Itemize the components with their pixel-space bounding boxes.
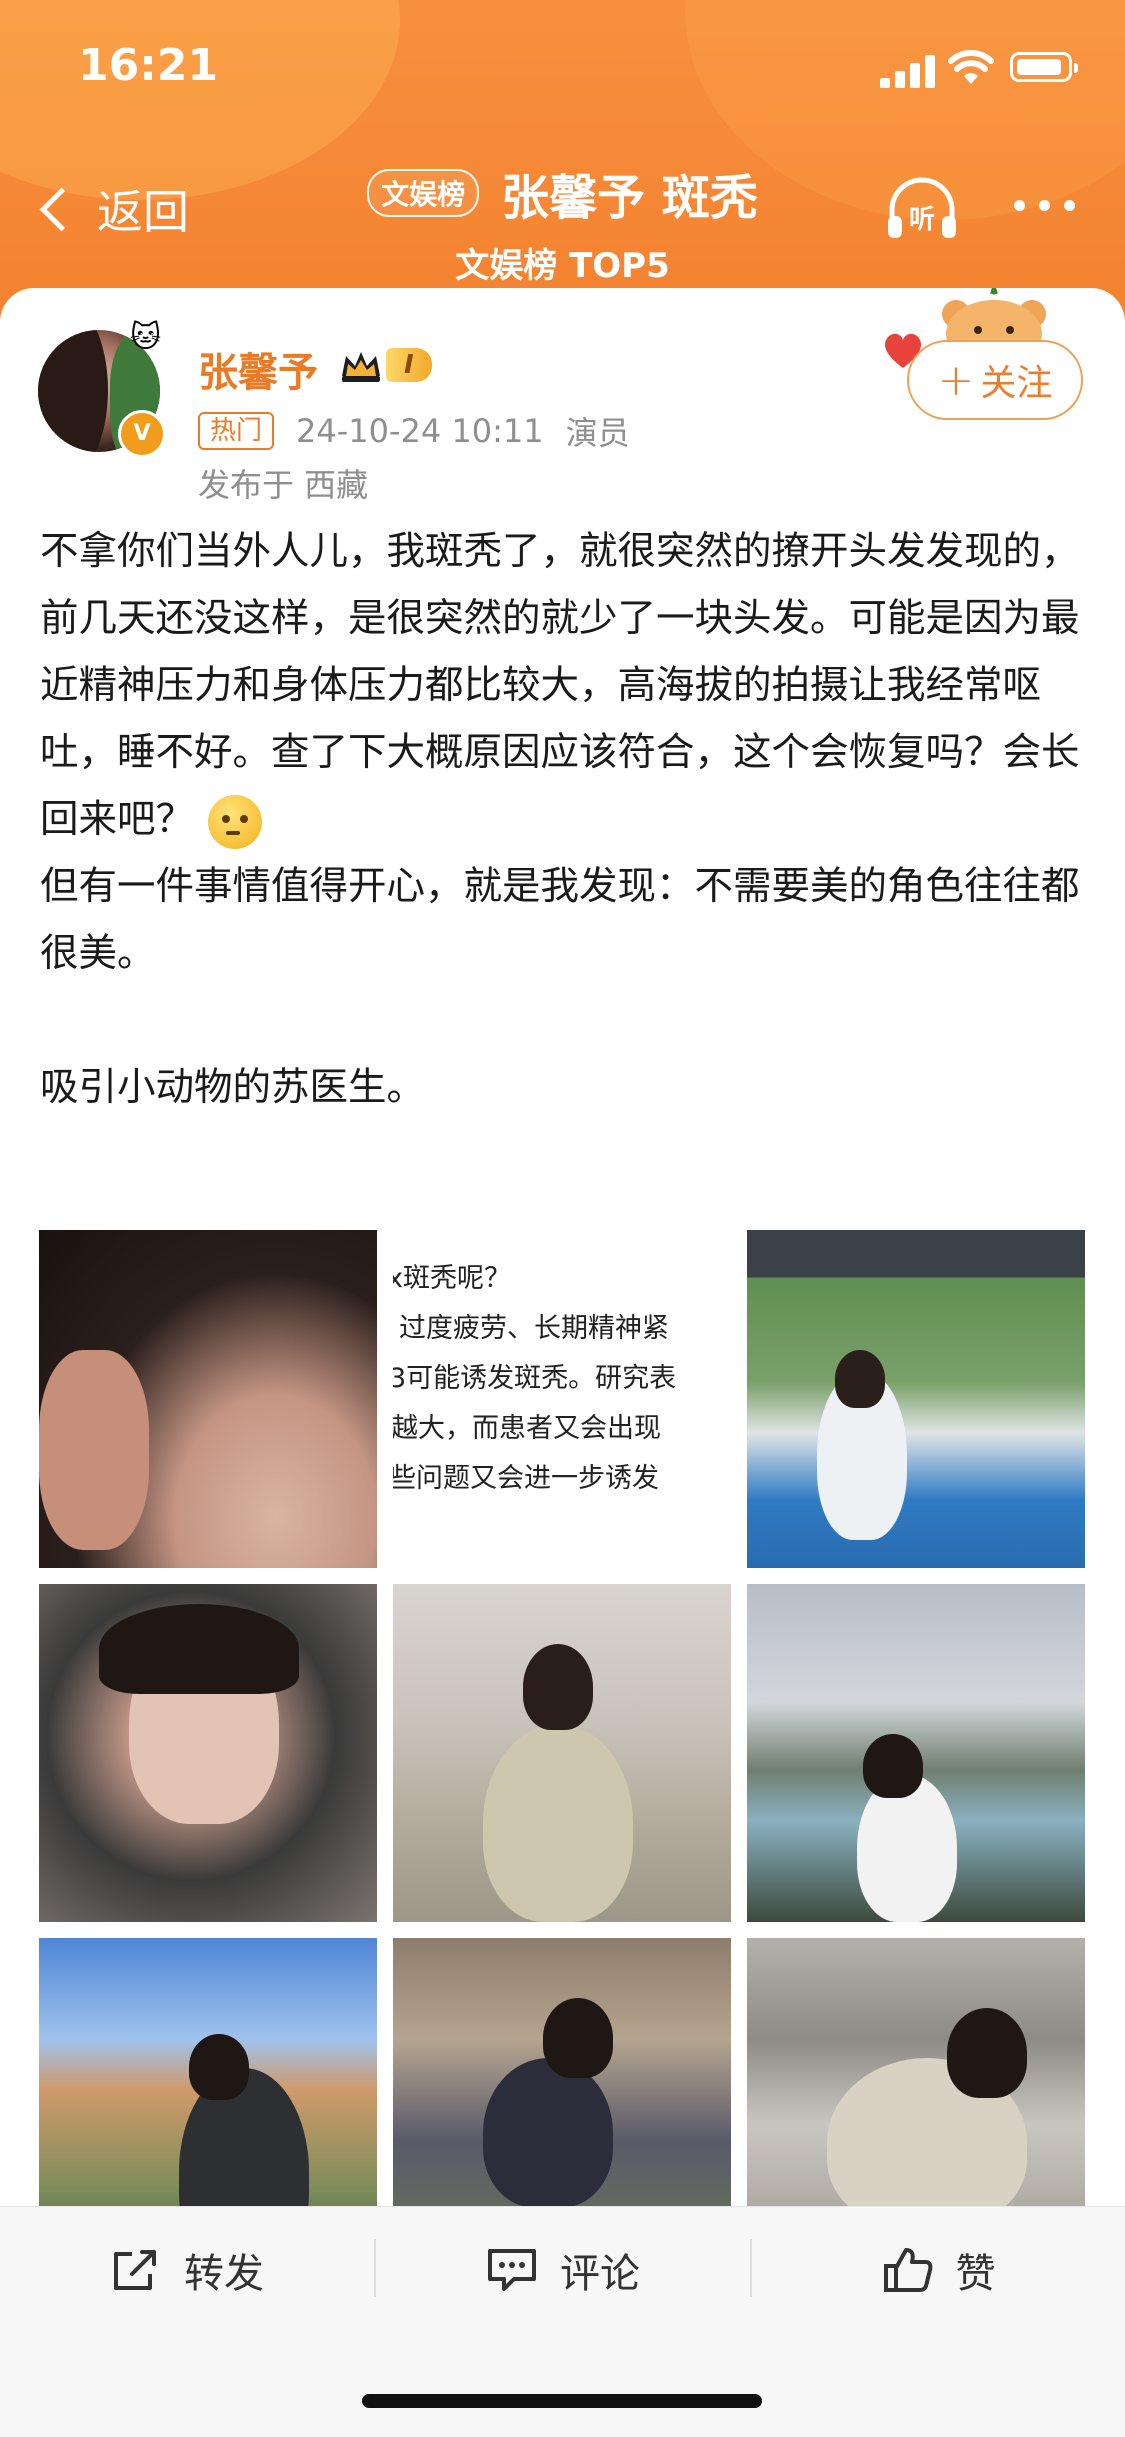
page-subtitle: 文娱榜 TOP5 [455,246,670,286]
comment-button[interactable]: 评论 [376,2207,750,2333]
verified-icon: V [118,410,166,458]
status-time: 16:21 [78,40,219,91]
member-level: I [386,348,432,382]
bear-decoration [942,288,1046,346]
plus-icon: + [937,354,975,406]
hot-badge: 热门 [198,412,275,450]
repost-button[interactable]: 转发 [0,2207,374,2333]
ranking-tag: 文娱榜 [367,169,480,217]
post-image[interactable] [39,1230,377,1568]
repost-icon [114,2250,156,2290]
post-text: 不拿你们当外人儿，我斑秃了，就很突然的撩开头发发现的，前几天还没这样，是很突然的… [40,518,1086,1121]
post-image[interactable] [747,1584,1085,1922]
like-icon [883,2248,932,2292]
image-text: x斑秃呢？ 过度疲劳、长期精神紧 3可能诱发斑秃。研究表 越大，而患者又会出现 … [393,1263,677,1494]
post-paragraph [40,987,1086,1054]
like-button[interactable]: 赞 [752,2207,1125,2333]
member-badge[interactable]: I [338,346,432,384]
like-label: 赞 [955,2251,996,2297]
thinking-emoji-icon [208,794,263,849]
headphones-icon[interactable]: 听 [884,176,960,242]
post-image[interactable] [39,1584,377,1922]
listen-label: 听 [909,205,935,235]
page-title: 张馨予 斑秃 [501,170,758,226]
post-paragraph: 但有一件事情值得开心，就是我发现：不需要美的角色往往都很美。 [40,864,1080,976]
avatar-decoration: 🐱 [130,320,162,355]
post-meta: 热门 24-10-24 10:11 演员 [198,408,630,454]
author-role: 演员 [565,414,630,452]
image-grid: x斑秃呢？ 过度疲劳、长期精神紧 3可能诱发斑秃。研究表 越大，而患者又会出现 … [39,1230,1086,2276]
top-header: 16:21 返回 文娱榜 张馨予 斑秃 文娱榜 TOP5 听 [0,0,1125,320]
crown-icon [342,352,380,382]
post-image[interactable]: x斑秃呢？ 过度疲劳、长期精神紧 3可能诱发斑秃。研究表 越大，而患者又会出现 … [393,1230,731,1568]
follow-button[interactable]: + 关注 [907,340,1083,420]
home-indicator [362,2394,762,2408]
signal-icon [880,54,936,88]
more-icon[interactable] [1014,200,1075,211]
comment-label: 评论 [560,2251,640,2297]
comment-icon [488,2249,536,2291]
post-time: 24-10-24 10:11 [296,412,544,450]
repost-label: 转发 [184,2251,264,2297]
post-image[interactable] [747,1230,1085,1568]
post-image[interactable] [393,1584,731,1922]
author-name[interactable]: 张馨予 [198,340,318,398]
wifi-icon [948,50,994,84]
post-location: 发布于 西藏 [198,466,369,504]
post-paragraph: 不拿你们当外人儿，我斑秃了，就很突然的撩开头发发现的，前几天还没这样，是很突然的… [40,518,1086,853]
follow-label: 关注 [980,363,1053,404]
avatar[interactable]: V 🐱 [38,320,166,458]
battery-icon [1010,52,1078,82]
post-paragraph: 吸引小动物的苏医生。 [40,1065,426,1110]
